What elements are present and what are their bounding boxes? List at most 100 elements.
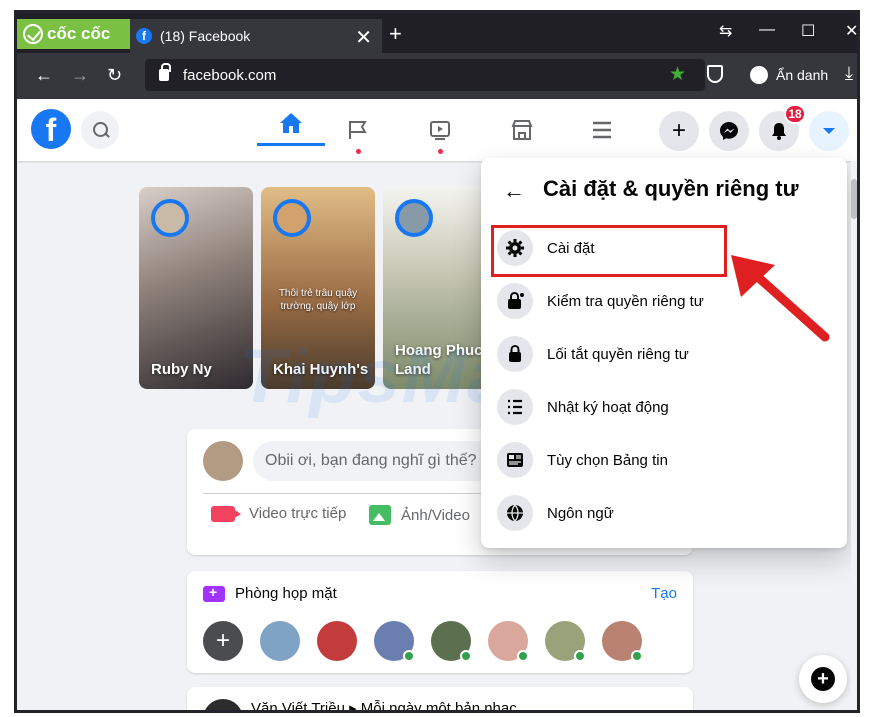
pages-dot bbox=[356, 149, 361, 154]
story-card[interactable]: Thôi trẻ trâu quậy trường, quậy lớp Khai… bbox=[261, 187, 375, 389]
plus-icon: + bbox=[671, 117, 686, 144]
story-avatar bbox=[395, 199, 433, 237]
menu-item-label: Lối tắt quyền riêng tư bbox=[547, 345, 689, 363]
story-name: Hoang Phuc Land bbox=[395, 342, 483, 378]
nav-pages[interactable] bbox=[341, 113, 375, 147]
post-header[interactable]: Văn Viết Triều ▸ Mỗi ngày một bản nhạc bbox=[251, 699, 517, 710]
create-button[interactable]: + bbox=[659, 111, 699, 151]
coccoc-logo-icon bbox=[23, 24, 43, 44]
menu-item-label: Ngôn ngữ bbox=[547, 504, 614, 522]
back-arrow-icon[interactable]: ← bbox=[503, 178, 525, 204]
tab-strip: cốc cốc f (18) Facebook ✕ + ⇆ — ☐ ✕ bbox=[17, 13, 857, 53]
nav-watch[interactable] bbox=[423, 113, 457, 147]
tab-close-icon[interactable]: ✕ bbox=[355, 25, 372, 50]
tab-facebook[interactable]: f (18) Facebook ✕ bbox=[130, 19, 382, 53]
facebook-header: f + 18 bbox=[17, 99, 857, 161]
scrollbar-thumb[interactable] bbox=[851, 179, 857, 219]
caret-down-icon bbox=[823, 128, 835, 134]
story-name: Khai Huynh's bbox=[273, 361, 369, 378]
browser-window: cốc cốc f (18) Facebook ✕ + ⇆ — ☐ ✕ ← → … bbox=[14, 10, 860, 713]
tab-title: (18) Facebook bbox=[160, 28, 251, 44]
rooms-card: Phòng họp mặt Tạo + bbox=[187, 571, 693, 673]
online-indicator bbox=[403, 650, 415, 662]
minimize-button[interactable]: — bbox=[759, 21, 775, 39]
bell-icon bbox=[772, 123, 786, 140]
post-card: Văn Viết Triều ▸ Mỗi ngày một bản nhạc bbox=[187, 687, 693, 710]
tab-search-icon[interactable]: ⇆ bbox=[719, 21, 732, 41]
close-window-button[interactable]: ✕ bbox=[845, 21, 857, 41]
menu-item-language[interactable]: Ngôn ngữ bbox=[497, 489, 833, 537]
forward-button[interactable]: → bbox=[71, 65, 89, 86]
account-menu-button[interactable] bbox=[809, 111, 849, 151]
download-icon[interactable]: ⤓ bbox=[845, 63, 853, 84]
story-avatar bbox=[273, 199, 311, 237]
hamburger-icon bbox=[593, 121, 611, 139]
menu-item-label: Kiểm tra quyền riêng tư bbox=[547, 292, 704, 310]
bookmark-star-icon[interactable]: ★ bbox=[669, 63, 686, 86]
settings-privacy-menu: ← Cài đặt & quyền riêng tư Cài đặt Kiểm … bbox=[481, 158, 847, 548]
feed-icon bbox=[497, 442, 533, 478]
live-video-button[interactable]: Video trực tiếp bbox=[211, 505, 346, 522]
room-contact-avatar[interactable] bbox=[545, 621, 586, 662]
url-text: facebook.com bbox=[183, 66, 277, 84]
new-tab-button[interactable]: + bbox=[389, 21, 402, 47]
live-video-label: Video trực tiếp bbox=[249, 505, 347, 522]
facebook-logo[interactable]: f bbox=[31, 109, 71, 149]
online-indicator bbox=[631, 650, 643, 662]
facebook-favicon-icon: f bbox=[136, 28, 152, 44]
menu-title: Cài đặt & quyền riêng tư bbox=[543, 176, 799, 201]
coccoc-brand-button[interactable]: cốc cốc bbox=[17, 19, 130, 49]
room-contact-avatar[interactable] bbox=[431, 621, 472, 662]
user-avatar[interactable] bbox=[203, 441, 243, 481]
lock-icon bbox=[159, 63, 171, 81]
plus-icon: + bbox=[811, 667, 835, 691]
room-contact-avatar[interactable] bbox=[374, 621, 415, 662]
video-room-icon bbox=[203, 584, 225, 602]
rooms-title: Phòng họp mặt bbox=[203, 584, 337, 602]
nav-marketplace[interactable] bbox=[505, 113, 539, 147]
nav-menu[interactable] bbox=[585, 113, 619, 147]
menu-item-news-feed-preferences[interactable]: Tùy chọn Bảng tin bbox=[497, 436, 833, 484]
red-arrow-annotation bbox=[731, 255, 830, 342]
photo-icon bbox=[369, 505, 391, 525]
story-avatar bbox=[151, 199, 189, 237]
menu-item-label: Nhật ký hoạt động bbox=[547, 398, 669, 416]
flag-icon bbox=[349, 121, 367, 139]
photo-video-label: Ảnh/Video bbox=[401, 506, 470, 524]
watch-dot bbox=[438, 149, 443, 154]
page-scrollbar[interactable] bbox=[851, 161, 857, 710]
room-contact-avatar[interactable] bbox=[260, 621, 300, 661]
lock-check-icon bbox=[497, 283, 533, 319]
room-contact-avatar[interactable] bbox=[602, 621, 643, 662]
room-contact-avatar[interactable] bbox=[317, 621, 357, 661]
online-indicator bbox=[460, 650, 472, 662]
post-author-avatar[interactable] bbox=[203, 699, 243, 710]
nav-home[interactable] bbox=[257, 99, 325, 146]
shield-icon[interactable] bbox=[707, 65, 723, 83]
new-message-button[interactable]: + bbox=[799, 655, 847, 703]
menu-item-activity-log[interactable]: Nhật ký hoạt động bbox=[497, 383, 833, 431]
incognito-label: Ẩn danh bbox=[776, 67, 829, 83]
room-contact-avatar[interactable] bbox=[488, 621, 529, 662]
messenger-button[interactable] bbox=[709, 111, 749, 151]
story-card[interactable]: Ruby Ny bbox=[139, 187, 253, 389]
store-icon bbox=[511, 120, 533, 140]
video-icon bbox=[430, 121, 450, 140]
story-name: Ruby Ny bbox=[151, 361, 212, 378]
create-room-button[interactable]: + bbox=[203, 621, 243, 661]
photo-video-button[interactable]: Ảnh/Video bbox=[369, 505, 470, 525]
story-card[interactable]: Hoang Phuc Land bbox=[383, 187, 483, 389]
search-button[interactable] bbox=[81, 111, 119, 149]
home-icon bbox=[280, 113, 302, 133]
back-button[interactable]: ← bbox=[35, 65, 53, 86]
list-icon bbox=[497, 389, 533, 425]
menu-item-label: Tùy chọn Bảng tin bbox=[547, 451, 668, 469]
incognito-button[interactable]: Ẩn danh bbox=[750, 66, 828, 84]
story-caption: Thôi trẻ trâu quậy trường, quậy lớp bbox=[278, 288, 358, 312]
highlight-box bbox=[491, 225, 727, 277]
maximize-button[interactable]: ☐ bbox=[801, 21, 815, 41]
address-toolbar: ← → ↻ facebook.com ★ Ẩn danh ⤓ bbox=[17, 53, 857, 99]
create-room-link[interactable]: Tạo bbox=[651, 585, 677, 602]
reload-button[interactable]: ↻ bbox=[107, 65, 122, 86]
address-bar[interactable]: facebook.com bbox=[145, 59, 705, 91]
